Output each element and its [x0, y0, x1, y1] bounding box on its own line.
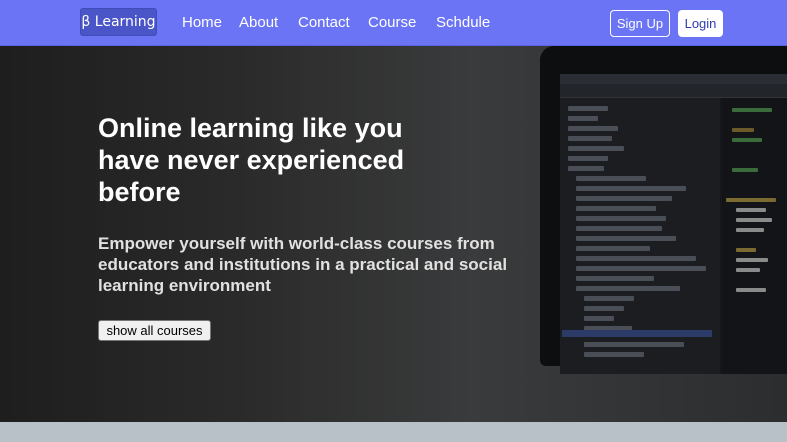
hero-title: Online learning like you have never expe…: [98, 113, 405, 207]
laptop-illustration: [540, 46, 787, 374]
signup-button[interactable]: Sign Up: [610, 10, 670, 37]
nav-link-about[interactable]: About: [239, 14, 278, 32]
nav-link-schedule[interactable]: Schdule: [436, 14, 490, 32]
code-panel: [722, 98, 787, 374]
ide-menubar: [560, 74, 787, 84]
nav-link-contact[interactable]: Contact: [298, 14, 350, 32]
nav-link-home[interactable]: Home: [182, 14, 222, 32]
top-navbar: β Learning Home About Contact Course Sch…: [0, 0, 787, 46]
code-editor-screen: [560, 74, 787, 374]
hero-subtitle: Empower yourself with world-class course…: [98, 234, 508, 295]
file-tree: [560, 98, 720, 374]
login-button[interactable]: Login: [678, 10, 723, 37]
show-all-courses-button[interactable]: show all courses: [98, 320, 211, 341]
nav-link-course[interactable]: Course: [368, 14, 416, 32]
selected-file-row: [562, 330, 712, 337]
ide-toolbar: [560, 84, 787, 98]
page-bottom-strip: [0, 422, 787, 442]
brand-logo[interactable]: β Learning: [80, 8, 157, 36]
